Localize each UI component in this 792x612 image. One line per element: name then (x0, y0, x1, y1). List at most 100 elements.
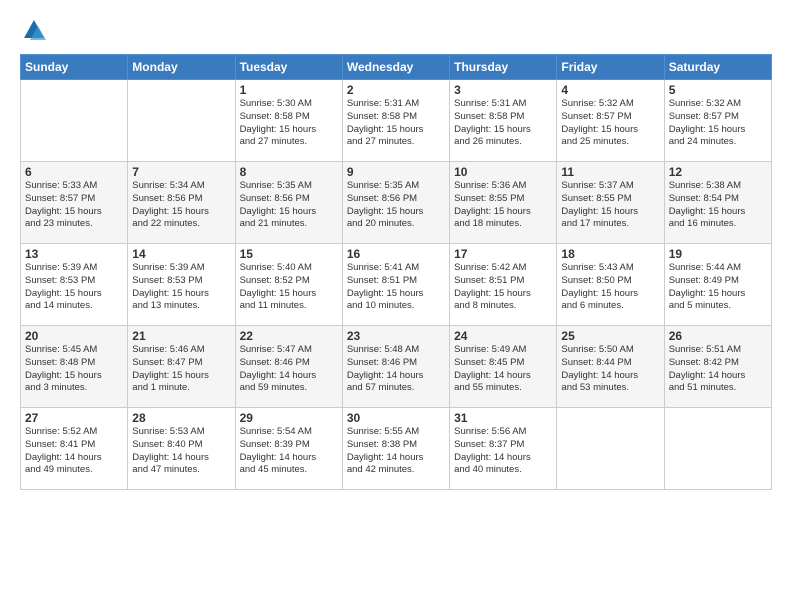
day-number: 26 (669, 329, 767, 343)
calendar-cell: 4Sunrise: 5:32 AMSunset: 8:57 PMDaylight… (557, 80, 664, 162)
calendar: SundayMondayTuesdayWednesdayThursdayFrid… (20, 54, 772, 490)
day-info: Sunrise: 5:38 AMSunset: 8:54 PMDaylight:… (669, 180, 767, 231)
calendar-cell: 7Sunrise: 5:34 AMSunset: 8:56 PMDaylight… (128, 162, 235, 244)
day-info: Sunrise: 5:35 AMSunset: 8:56 PMDaylight:… (240, 180, 338, 231)
day-info: Sunrise: 5:50 AMSunset: 8:44 PMDaylight:… (561, 344, 659, 395)
calendar-cell: 20Sunrise: 5:45 AMSunset: 8:48 PMDayligh… (21, 326, 128, 408)
day-number: 22 (240, 329, 338, 343)
page: SundayMondayTuesdayWednesdayThursdayFrid… (0, 0, 792, 612)
day-number: 3 (454, 83, 552, 97)
calendar-cell: 11Sunrise: 5:37 AMSunset: 8:55 PMDayligh… (557, 162, 664, 244)
day-info: Sunrise: 5:33 AMSunset: 8:57 PMDaylight:… (25, 180, 123, 231)
day-number: 31 (454, 411, 552, 425)
calendar-cell: 15Sunrise: 5:40 AMSunset: 8:52 PMDayligh… (235, 244, 342, 326)
weekday-header-saturday: Saturday (664, 55, 771, 80)
calendar-cell (664, 408, 771, 490)
day-info: Sunrise: 5:41 AMSunset: 8:51 PMDaylight:… (347, 262, 445, 313)
calendar-cell: 28Sunrise: 5:53 AMSunset: 8:40 PMDayligh… (128, 408, 235, 490)
day-number: 16 (347, 247, 445, 261)
day-info: Sunrise: 5:32 AMSunset: 8:57 PMDaylight:… (561, 98, 659, 149)
day-info: Sunrise: 5:51 AMSunset: 8:42 PMDaylight:… (669, 344, 767, 395)
day-number: 24 (454, 329, 552, 343)
calendar-cell: 5Sunrise: 5:32 AMSunset: 8:57 PMDaylight… (664, 80, 771, 162)
week-row-5: 27Sunrise: 5:52 AMSunset: 8:41 PMDayligh… (21, 408, 772, 490)
day-info: Sunrise: 5:46 AMSunset: 8:47 PMDaylight:… (132, 344, 230, 395)
day-info: Sunrise: 5:44 AMSunset: 8:49 PMDaylight:… (669, 262, 767, 313)
day-info: Sunrise: 5:48 AMSunset: 8:46 PMDaylight:… (347, 344, 445, 395)
day-info: Sunrise: 5:56 AMSunset: 8:37 PMDaylight:… (454, 426, 552, 477)
day-number: 20 (25, 329, 123, 343)
calendar-cell: 16Sunrise: 5:41 AMSunset: 8:51 PMDayligh… (342, 244, 449, 326)
calendar-cell: 29Sunrise: 5:54 AMSunset: 8:39 PMDayligh… (235, 408, 342, 490)
day-info: Sunrise: 5:39 AMSunset: 8:53 PMDaylight:… (25, 262, 123, 313)
calendar-cell (21, 80, 128, 162)
weekday-header-friday: Friday (557, 55, 664, 80)
calendar-cell: 10Sunrise: 5:36 AMSunset: 8:55 PMDayligh… (450, 162, 557, 244)
calendar-cell: 13Sunrise: 5:39 AMSunset: 8:53 PMDayligh… (21, 244, 128, 326)
day-number: 10 (454, 165, 552, 179)
day-number: 14 (132, 247, 230, 261)
calendar-cell: 24Sunrise: 5:49 AMSunset: 8:45 PMDayligh… (450, 326, 557, 408)
day-number: 15 (240, 247, 338, 261)
day-info: Sunrise: 5:42 AMSunset: 8:51 PMDaylight:… (454, 262, 552, 313)
day-number: 2 (347, 83, 445, 97)
logo (20, 16, 52, 44)
day-info: Sunrise: 5:31 AMSunset: 8:58 PMDaylight:… (347, 98, 445, 149)
day-info: Sunrise: 5:30 AMSunset: 8:58 PMDaylight:… (240, 98, 338, 149)
calendar-cell: 27Sunrise: 5:52 AMSunset: 8:41 PMDayligh… (21, 408, 128, 490)
day-info: Sunrise: 5:34 AMSunset: 8:56 PMDaylight:… (132, 180, 230, 231)
calendar-cell: 2Sunrise: 5:31 AMSunset: 8:58 PMDaylight… (342, 80, 449, 162)
day-info: Sunrise: 5:36 AMSunset: 8:55 PMDaylight:… (454, 180, 552, 231)
calendar-cell: 23Sunrise: 5:48 AMSunset: 8:46 PMDayligh… (342, 326, 449, 408)
day-info: Sunrise: 5:54 AMSunset: 8:39 PMDaylight:… (240, 426, 338, 477)
weekday-header-wednesday: Wednesday (342, 55, 449, 80)
day-info: Sunrise: 5:40 AMSunset: 8:52 PMDaylight:… (240, 262, 338, 313)
day-number: 11 (561, 165, 659, 179)
day-number: 12 (669, 165, 767, 179)
day-info: Sunrise: 5:45 AMSunset: 8:48 PMDaylight:… (25, 344, 123, 395)
calendar-cell: 30Sunrise: 5:55 AMSunset: 8:38 PMDayligh… (342, 408, 449, 490)
calendar-cell: 3Sunrise: 5:31 AMSunset: 8:58 PMDaylight… (450, 80, 557, 162)
calendar-cell: 12Sunrise: 5:38 AMSunset: 8:54 PMDayligh… (664, 162, 771, 244)
calendar-cell: 21Sunrise: 5:46 AMSunset: 8:47 PMDayligh… (128, 326, 235, 408)
day-info: Sunrise: 5:53 AMSunset: 8:40 PMDaylight:… (132, 426, 230, 477)
weekday-header-tuesday: Tuesday (235, 55, 342, 80)
day-number: 5 (669, 83, 767, 97)
day-info: Sunrise: 5:39 AMSunset: 8:53 PMDaylight:… (132, 262, 230, 313)
weekday-header-monday: Monday (128, 55, 235, 80)
day-number: 27 (25, 411, 123, 425)
day-info: Sunrise: 5:31 AMSunset: 8:58 PMDaylight:… (454, 98, 552, 149)
logo-icon (20, 16, 48, 44)
header (20, 16, 772, 44)
day-info: Sunrise: 5:55 AMSunset: 8:38 PMDaylight:… (347, 426, 445, 477)
day-info: Sunrise: 5:52 AMSunset: 8:41 PMDaylight:… (25, 426, 123, 477)
day-number: 25 (561, 329, 659, 343)
week-row-3: 13Sunrise: 5:39 AMSunset: 8:53 PMDayligh… (21, 244, 772, 326)
calendar-cell: 14Sunrise: 5:39 AMSunset: 8:53 PMDayligh… (128, 244, 235, 326)
day-number: 28 (132, 411, 230, 425)
weekday-header-row: SundayMondayTuesdayWednesdayThursdayFrid… (21, 55, 772, 80)
calendar-cell: 31Sunrise: 5:56 AMSunset: 8:37 PMDayligh… (450, 408, 557, 490)
calendar-cell: 6Sunrise: 5:33 AMSunset: 8:57 PMDaylight… (21, 162, 128, 244)
day-number: 29 (240, 411, 338, 425)
week-row-1: 1Sunrise: 5:30 AMSunset: 8:58 PMDaylight… (21, 80, 772, 162)
calendar-cell: 25Sunrise: 5:50 AMSunset: 8:44 PMDayligh… (557, 326, 664, 408)
day-info: Sunrise: 5:49 AMSunset: 8:45 PMDaylight:… (454, 344, 552, 395)
day-number: 7 (132, 165, 230, 179)
day-number: 4 (561, 83, 659, 97)
calendar-cell: 26Sunrise: 5:51 AMSunset: 8:42 PMDayligh… (664, 326, 771, 408)
day-number: 18 (561, 247, 659, 261)
day-number: 1 (240, 83, 338, 97)
weekday-header-sunday: Sunday (21, 55, 128, 80)
day-number: 17 (454, 247, 552, 261)
calendar-cell (128, 80, 235, 162)
calendar-cell: 17Sunrise: 5:42 AMSunset: 8:51 PMDayligh… (450, 244, 557, 326)
day-number: 9 (347, 165, 445, 179)
day-info: Sunrise: 5:32 AMSunset: 8:57 PMDaylight:… (669, 98, 767, 149)
day-number: 21 (132, 329, 230, 343)
day-number: 23 (347, 329, 445, 343)
weekday-header-thursday: Thursday (450, 55, 557, 80)
day-info: Sunrise: 5:43 AMSunset: 8:50 PMDaylight:… (561, 262, 659, 313)
day-info: Sunrise: 5:35 AMSunset: 8:56 PMDaylight:… (347, 180, 445, 231)
calendar-cell: 8Sunrise: 5:35 AMSunset: 8:56 PMDaylight… (235, 162, 342, 244)
